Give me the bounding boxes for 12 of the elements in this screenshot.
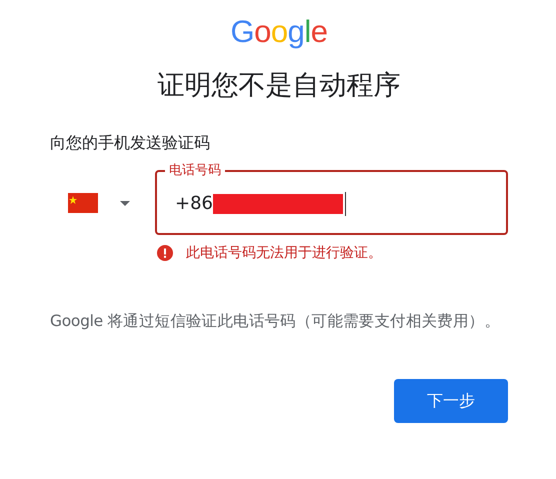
- error-message: 此电话号码无法用于进行验证。: [186, 244, 382, 262]
- error-icon: [157, 245, 173, 261]
- notice-text: Google 将通过短信验证此电话号码（可能需要支付相关费用）。: [50, 311, 501, 332]
- field-label: 电话号码: [168, 162, 222, 180]
- page-title: 证明您不是自动程序: [156, 69, 402, 103]
- field-value: +86: [175, 193, 213, 214]
- logo: Google: [230, 14, 328, 50]
- flag-icon: [68, 193, 98, 213]
- next-button[interactable]: 下一步: [394, 379, 508, 423]
- caret-icon: [120, 200, 130, 206]
- phone-field[interactable]: 电话号码 +86: [155, 162, 508, 235]
- subtitle: 向您的手机发送验证码: [50, 132, 211, 154]
